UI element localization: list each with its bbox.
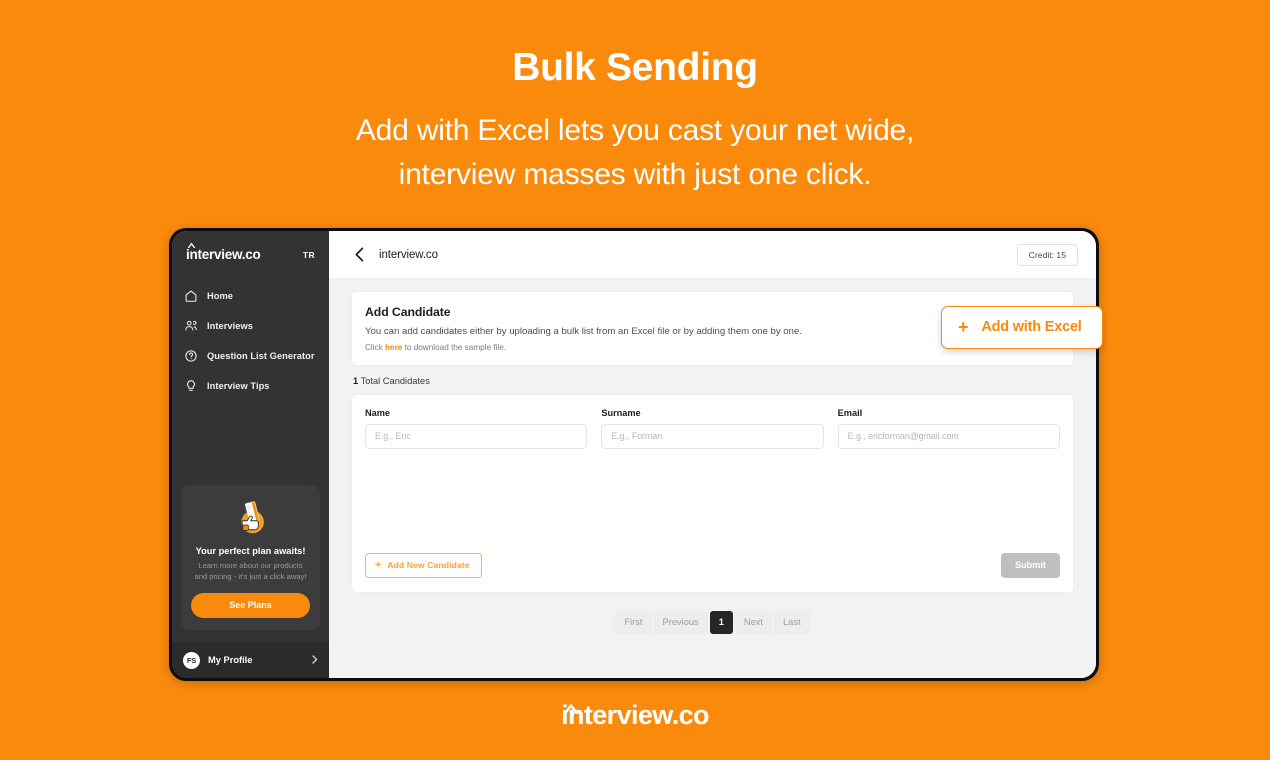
sidebar-item-home[interactable]: Home [172,281,329,311]
sample-file-link[interactable]: here [385,343,402,352]
candidates-table-card: Name Surname Email [351,394,1074,594]
sidebar-item-interview-tips[interactable]: Interview Tips [172,371,329,401]
pagination-next[interactable]: Next [734,611,772,635]
lightbulb-icon [184,379,198,393]
name-label: Name [365,408,391,419]
plan-card-description: Learn more about our products and pricin… [194,561,307,582]
main-area: interview.co Credit: 15 Add Candidate Yo… [329,231,1096,678]
candidate-row: Name Surname Email [352,395,1073,450]
sidebar-item-label: Question List Generator [207,351,315,361]
avatar: FS [183,651,200,669]
surname-input[interactable] [601,424,824,450]
brand-logo-text: interview.co [186,247,261,262]
email-input[interactable] [837,424,1060,450]
plus-icon: + [375,558,382,571]
sidebar-item-label: Interviews [207,321,253,331]
pagination-page-1[interactable]: 1 [709,611,733,635]
sidebar-item-label: Home [207,291,234,301]
footer-logo-circumflex-icon [564,690,579,715]
promo-subtitle-line-2: interview masses with just one click. [398,158,872,192]
plan-promo-card: Your perfect plan awaits! Learn more abo… [181,485,320,630]
total-candidates-row: 1 Total Candidates [351,366,1074,394]
profile-label: My Profile [208,655,253,665]
field-email: Email [837,408,1060,450]
back-button[interactable] [351,247,367,263]
language-switcher[interactable]: TR [303,250,315,260]
sidebar-item-question-list-generator[interactable]: Question List Generator [172,341,329,371]
question-circle-icon [184,349,198,363]
sample-note-prefix: Click [365,343,386,353]
field-name: Name [365,408,588,450]
plan-card-title: Your perfect plan awaits! [195,546,306,557]
users-icon [184,319,198,333]
brand-logo[interactable]: interview.co [186,242,261,262]
sample-note-suffix: to download the sample file. [402,343,507,353]
promo-subtitle: Add with Excel lets you cast your net wi… [0,109,1270,198]
promo-subtitle-line-1: Add with Excel lets you cast your net wi… [355,114,915,147]
table-footer: + Add New Candidate Submit [352,552,1073,593]
add-with-excel-label: Add with Excel [981,319,1082,335]
page-title: Bulk Sending [512,46,758,89]
pagination: First Previous 1 Next Last [351,611,1074,635]
footer-logo: interview.co [0,700,1270,731]
sidebar-item-interviews[interactable]: Interviews [172,311,329,341]
name-input[interactable] [365,424,588,450]
hand-holding-card-illustration [191,497,310,537]
add-new-candidate-button[interactable]: + Add New Candidate [365,552,482,579]
sidebar-nav: Home Interviews Question List Generator … [172,281,329,401]
pagination-first[interactable]: First [615,611,652,635]
footer-logo-text: interview.co [561,700,709,730]
see-plans-button[interactable]: See Plans [191,593,310,618]
topbar-title: interview.co [379,248,438,261]
promo-page: Bulk Sending Add with Excel lets you cas… [0,0,1270,760]
chevron-right-icon [312,654,318,666]
add-with-excel-button[interactable]: + Add with Excel [941,306,1103,349]
pagination-previous[interactable]: Previous [653,611,708,635]
total-candidates-label: Total Candidates [358,376,430,387]
surname-label: Surname [601,408,641,419]
app-window: interview.co TR Home Interviews Question… [172,231,1096,678]
add-new-candidate-label: Add New Candidate [387,560,470,571]
promo-header: Bulk Sending Add with Excel lets you cas… [0,0,1270,198]
home-icon [184,289,198,303]
field-surname: Surname [601,408,824,450]
device-frame: interview.co TR Home Interviews Question… [169,228,1099,681]
email-label: Email [837,408,863,419]
credit-badge: Credit: 15 [1016,243,1078,266]
plus-icon: + [958,317,969,337]
pagination-last[interactable]: Last [773,611,810,635]
my-profile-row[interactable]: FS My Profile [172,642,329,678]
sidebar-brand-row: interview.co TR [172,231,329,262]
submit-button[interactable]: Submit [1000,553,1060,579]
sidebar-item-label: Interview Tips [207,381,270,391]
sidebar: interview.co TR Home Interviews Question… [172,231,329,678]
topbar: interview.co Credit: 15 [329,231,1096,279]
